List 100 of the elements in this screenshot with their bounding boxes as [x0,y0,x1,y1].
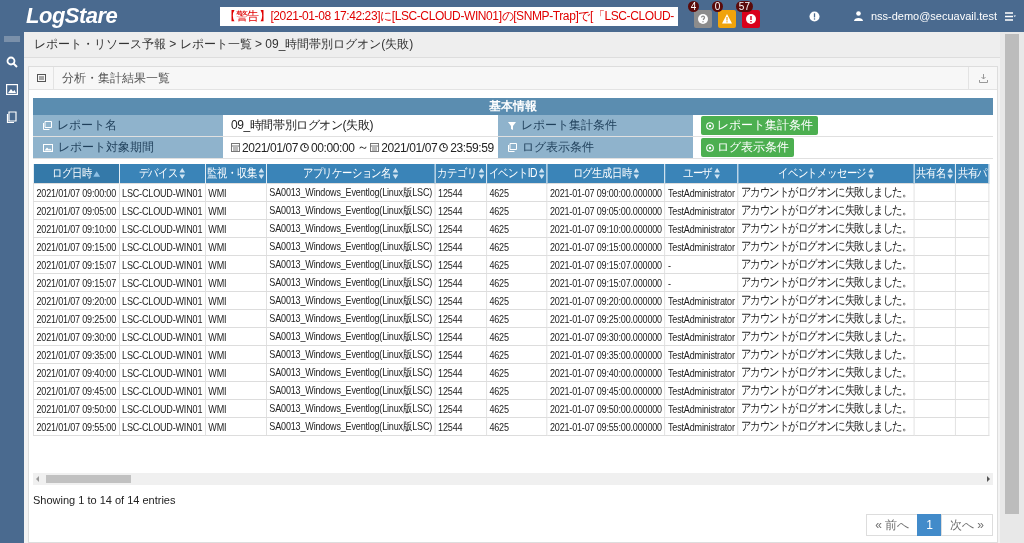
breadcrumb[interactable]: レポート・リソース予報 > レポート一覧 > 09_時間帯別ログオン(失敗) [24,32,1000,58]
table-cell: 4625 [489,294,509,307]
range-separator: ～ [356,139,369,156]
table-cell: 12544 [438,348,463,361]
table-cell: 2021/01/07 09:15:00 [36,240,117,253]
table-cell: - [668,276,671,289]
table-cell: 12544 [438,276,463,289]
field-label: レポート対象期間 [58,139,154,156]
table-cell: 4625 [489,312,509,325]
table-cell: 2021/01/07 09:45:00 [36,384,117,397]
table-cell: 2021-01-07 09:50:00.000000 [549,402,662,415]
table-cell: WMI [208,384,227,397]
table-cell: 2021/01/07 09:00:00 [36,186,117,199]
field-label: ログ表示条件 [522,139,594,156]
table-cell: 4625 [489,330,509,343]
table-cell: アカウントがログオンに失敗しました。 [740,347,912,361]
table-cell: 2021-01-07 09:00:00.000000 [549,186,662,199]
date-text: 2021/01/07 [381,140,438,155]
table-cell: WMI [208,186,227,199]
count-badge: 57 [735,1,753,12]
table-cell: WMI [208,258,227,271]
table-cell: LSC-CLOUD-WIN01 [122,294,203,307]
time-text: 00:00:00 [311,140,355,155]
table-cell: 2021-01-07 09:45:00.000000 [549,384,662,397]
time-text: 23:59:59 [450,140,494,155]
section-title: 基本情報 [33,98,993,115]
table-cell: アカウントがログオンに失敗しました。 [740,419,912,433]
table-cell: TestAdministrator [668,204,735,217]
condition-button[interactable]: レポート集計条件 [701,116,818,135]
table-cell: 12544 [438,258,463,271]
table-cell: 2021-01-07 09:55:00.000000 [549,420,662,433]
table-cell: 12544 [438,384,463,397]
table-cell: 2021-01-07 09:20:00.000000 [549,294,662,307]
page-button[interactable]: 1 [917,514,942,536]
user-name[interactable]: nss-demo@secuavail.test [870,10,997,22]
entries-summary: Showing 1 to 14 of 14 entries [33,494,177,506]
table-cell: 2021/01/07 09:10:00 [36,222,117,235]
table-cell: WMI [208,222,227,235]
condition-button[interactable]: ログ表示条件 [701,138,794,157]
table-cell: 2021/01/07 09:25:00 [36,312,117,325]
table-cell: TestAdministrator [668,384,735,397]
table-cell: LSC-CLOUD-WIN01 [122,204,203,217]
table-cell: SA0013_Windows_Eventlog(Linux版LSC) [269,419,433,432]
logo[interactable]: LogStare [26,3,206,29]
table-cell: 2021-01-07 09:15:07.000000 [549,258,662,271]
table-cell: SA0013_Windows_Eventlog(Linux版LSC) [269,347,433,360]
field-label: レポート名 [57,117,117,134]
table-cell: 2021-01-07 09:40:00.000000 [549,366,662,379]
table-cell: TestAdministrator [668,240,735,253]
table-cell: LSC-CLOUD-WIN01 [122,402,203,415]
table-cell: WMI [208,330,227,343]
alert-ticker[interactable]: 【警告】[2021-01-08 17:42:23]に[LSC-CLOUD-WIN01]の[SNMP-Trap]で[「LSC-CLOUD- [220,6,678,26]
table-cell: 2021-01-07 09:30:00.000000 [549,330,662,343]
count-badge: 0 [711,1,724,12]
table-cell: LSC-CLOUD-WIN01 [122,348,203,361]
table-cell: TestAdministrator [668,366,735,379]
table-cell: アカウントがログオンに失敗しました。 [740,311,912,325]
table-cell: WMI [208,366,227,379]
table-cell: WMI [208,420,227,433]
table-cell: アカウントがログオンに失敗しました。 [740,275,912,289]
table-cell: 12544 [438,312,463,325]
column-header[interactable]: 共有パ [957,165,988,182]
table-cell: アカウントがログオンに失敗しました。 [740,329,912,343]
table-cell: 4625 [489,348,509,361]
table-cell: SA0013_Windows_Eventlog(Linux版LSC) [269,383,433,396]
table-cell: 12544 [438,186,463,199]
table-cell: 2021/01/07 09:55:00 [36,420,117,433]
table-cell: アカウントがログオンに失敗しました。 [740,185,912,199]
table-cell: 4625 [489,276,509,289]
count-badge: 4 [687,1,700,12]
table-cell: WMI [208,294,227,307]
table-cell: TestAdministrator [668,348,735,361]
table-cell: LSC-CLOUD-WIN01 [122,276,203,289]
table-cell: 2021/01/07 09:50:00 [36,402,117,415]
table-cell: TestAdministrator [668,420,735,433]
table-cell: LSC-CLOUD-WIN01 [122,258,203,271]
table-cell: LSC-CLOUD-WIN01 [122,312,203,325]
table-cell: 2021/01/07 09:15:07 [36,276,117,289]
table-cell: - [668,258,671,271]
table-cell: 12544 [438,402,463,415]
table-cell: 4625 [489,402,509,415]
table-cell: 2021-01-07 09:25:00.000000 [549,312,662,325]
table-cell: 12544 [438,240,463,253]
table-cell: 2021-01-07 09:15:00.000000 [549,240,662,253]
table-cell: 4625 [489,186,509,199]
field-label: レポート集計条件 [521,117,617,134]
table-cell: SA0013_Windows_Eventlog(Linux版LSC) [269,185,433,198]
table-cell: 2021-01-07 09:10:00.000000 [549,222,662,235]
table-cell: 2021-01-07 09:15:07.000000 [549,276,662,289]
table-cell: 2021-01-07 09:35:00.000000 [549,348,662,361]
table-cell: 2021/01/07 09:40:00 [36,366,117,379]
table-cell: SA0013_Windows_Eventlog(Linux版LSC) [269,365,433,378]
table-cell: WMI [208,204,227,217]
table-cell: WMI [208,312,227,325]
table-cell: 12544 [438,294,463,307]
table-cell: TestAdministrator [668,222,735,235]
table-cell: 12544 [438,420,463,433]
panel-title: 分析・集計結果一覧 [61,69,171,87]
table-cell: SA0013_Windows_Eventlog(Linux版LSC) [269,329,433,342]
table-cell: WMI [208,348,227,361]
